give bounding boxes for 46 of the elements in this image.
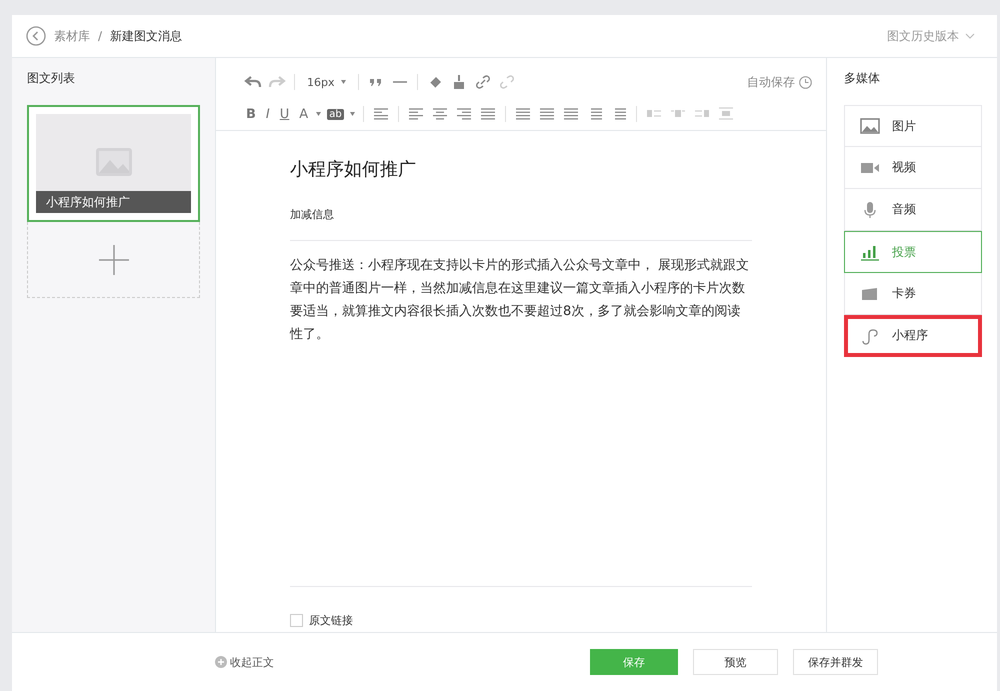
action-button[interactable]: 预览 [693,649,778,675]
font-size-dropdown[interactable]: 16px [307,76,334,88]
media-item[interactable]: 视频 [844,147,982,189]
article-card[interactable]: 小程序如何推广 [27,105,200,222]
media-label: 视频 [892,159,916,176]
checkbox-label: 原文链接 [309,613,353,628]
article-body: 公众号推送：小程序现在支持以卡片的形式插入公众号文章中， 展现形式就跟文章中的普通图片一样，当然加减信息在这里建议一篇文章插入小程序的卡片次数要适当，就算推文内容很长插入次数也不要超过8次，多了就会影响文章的阅读性了。 [290,257,750,344]
autosave-label: 自动保存 [747,74,795,90]
link-icon[interactable] [474,73,492,91]
panel-title: 图文列表 [27,70,76,87]
checkbox[interactable] [290,614,303,627]
media-item[interactable]: 图片 [844,105,982,147]
caret-icon[interactable] [316,112,322,116]
collapse-button[interactable]: 收起正文 [215,654,274,670]
media-label: 卡券 [892,285,916,302]
action-button[interactable]: 保存并群发 [793,649,878,675]
media-item[interactable]: 卡券 [844,273,982,315]
media-item[interactable]: 音频 [844,189,982,231]
breadcrumb-link[interactable]: 素材库 [54,28,90,44]
mini-program-icon [860,326,880,344]
article-title: 小程序如何推广 [290,158,417,181]
plus-circle-icon [215,656,227,668]
image-placeholder-icon [96,148,132,176]
caret-icon[interactable] [340,80,346,84]
chevron-down-icon[interactable] [965,33,975,39]
italic-button[interactable]: I [264,106,272,122]
caret-icon[interactable] [350,112,355,116]
cover-caption: 小程序如何推广 [36,191,191,213]
underline-button[interactable]: U [278,106,292,122]
back-icon[interactable] [26,26,46,46]
breadcrumb-separator: / [98,29,102,43]
article-author: 加减信息 [290,207,752,241]
media-label: 投票 [892,244,916,260]
highlight-button[interactable]: ab [327,108,344,120]
bold-button[interactable]: B [244,106,258,122]
image-icon [860,117,880,135]
clock-icon [799,76,812,88]
font-color-button[interactable]: A [297,106,310,122]
panel-title: 多媒体 [844,70,881,87]
bar-chart-icon [860,243,880,261]
plus-icon[interactable] [98,244,128,274]
media-label: 图片 [892,118,916,134]
media-item[interactable]: 小程序 [844,315,982,357]
breadcrumb-current: 新建图文消息 [110,28,182,44]
media-label: 小程序 [892,327,928,344]
media-label: 音频 [892,201,916,218]
